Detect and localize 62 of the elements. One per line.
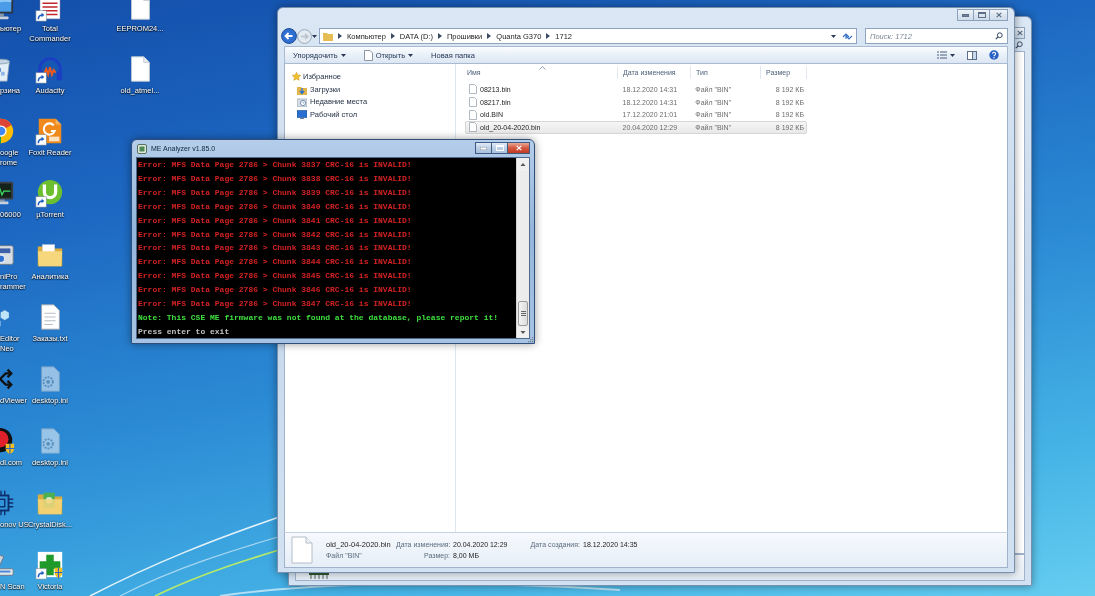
close-icon (515, 145, 522, 151)
list-view-icon (937, 51, 947, 59)
scrollbar-thumb[interactable] (518, 301, 528, 326)
error-message: Error: MFS Data Page 2786 > Chunk 3837 CRC-16 is INVALID! (138, 159, 412, 171)
arrow-right-icon (297, 28, 312, 44)
scrollbar[interactable] (516, 158, 529, 338)
circle-logo-icon[interactable] (35, 178, 65, 208)
help-button[interactable] (989, 50, 999, 60)
back-button[interactable] (281, 28, 297, 44)
plus-shield-icon[interactable] (35, 550, 65, 580)
history-button[interactable] (312, 34, 317, 38)
chevron-right-icon[interactable] (437, 33, 442, 39)
maximize-icon (977, 12, 986, 18)
error-message: Error: MFS Data Page 2786 > Chunk 3839 CRC-16 is INVALID! (138, 186, 412, 199)
note-message: Note: This CSE ME firmware was not found at the database, please report it! (138, 311, 499, 324)
document-icon (363, 49, 373, 61)
error-message: Error: MFS Data Page 2786 > Chunk 3847 CRC-16 is INVALID! (138, 298, 412, 311)
search-icon[interactable] (995, 32, 1003, 40)
chevron-right-icon[interactable] (546, 33, 551, 39)
address-dropdown-button[interactable] (831, 34, 836, 38)
close-icon (1016, 30, 1023, 36)
chevron-right-icon[interactable] (338, 33, 342, 39)
error-message: Error: MFS Data Page 2786 > Chunk 3846 CRC-16 is INVALID! (138, 284, 412, 297)
error-message: Error: MFS Data Page 2786 > Chunk 3841 CRC-16 is INVALID! (138, 214, 412, 227)
prompt-text: Press enter to exit (138, 325, 230, 338)
chevron-right-icon[interactable] (487, 33, 492, 39)
star-icon (292, 71, 301, 81)
error-message: Error: MFS Data Page 2786 > Chunk 3840 CRC-16 is INVALID! (138, 200, 412, 213)
arrow-left-icon (281, 28, 297, 44)
caret-down-icon (408, 53, 414, 57)
close-button[interactable] (507, 142, 530, 154)
folder-icon (323, 31, 333, 41)
download-folder-icon (297, 84, 307, 95)
error-message: Error: MFS Data Page 2786 > Chunk 3844 CRC-16 is INVALID! (138, 256, 412, 269)
minimize-icon (480, 146, 487, 150)
error-message: Error: MFS Data Page 2786 > Chunk 3842 CRC-16 is INVALID! (138, 228, 412, 241)
close-icon (995, 12, 1002, 18)
caret-down-icon (831, 34, 836, 38)
headphones-icon[interactable] (35, 54, 65, 84)
screen-icon (297, 109, 307, 120)
chevron-right-icon[interactable] (390, 33, 395, 39)
caret-down-icon (312, 34, 317, 38)
app-icon (137, 144, 147, 154)
close-button[interactable] (989, 9, 1008, 21)
caret-down-icon (340, 53, 346, 57)
resize-grip-icon[interactable] (526, 335, 534, 343)
refresh-icon (842, 31, 853, 41)
file-icon (469, 122, 477, 133)
file-icon (291, 536, 313, 564)
file-icon (469, 84, 477, 95)
error-message: Error: MFS Data Page 2786 > Chunk 3843 CRC-16 is INVALID! (138, 242, 412, 255)
preview-pane-button[interactable] (967, 50, 977, 60)
caret-down-icon (950, 53, 955, 57)
preview-pane-icon (967, 50, 977, 60)
error-message: Error: MFS Data Page 2786 > Chunk 3838 CRC-16 is INVALID! (138, 172, 412, 185)
clock-folder-icon (297, 96, 307, 107)
maximize-icon (495, 145, 504, 151)
help-icon (989, 50, 999, 60)
error-message: Error: MFS Data Page 2786 > Chunk 3845 CRC-16 is INVALID! (138, 270, 412, 283)
search-icon[interactable] (1015, 41, 1023, 49)
view-options-button[interactable] (937, 51, 955, 59)
refresh-button[interactable] (842, 31, 853, 41)
